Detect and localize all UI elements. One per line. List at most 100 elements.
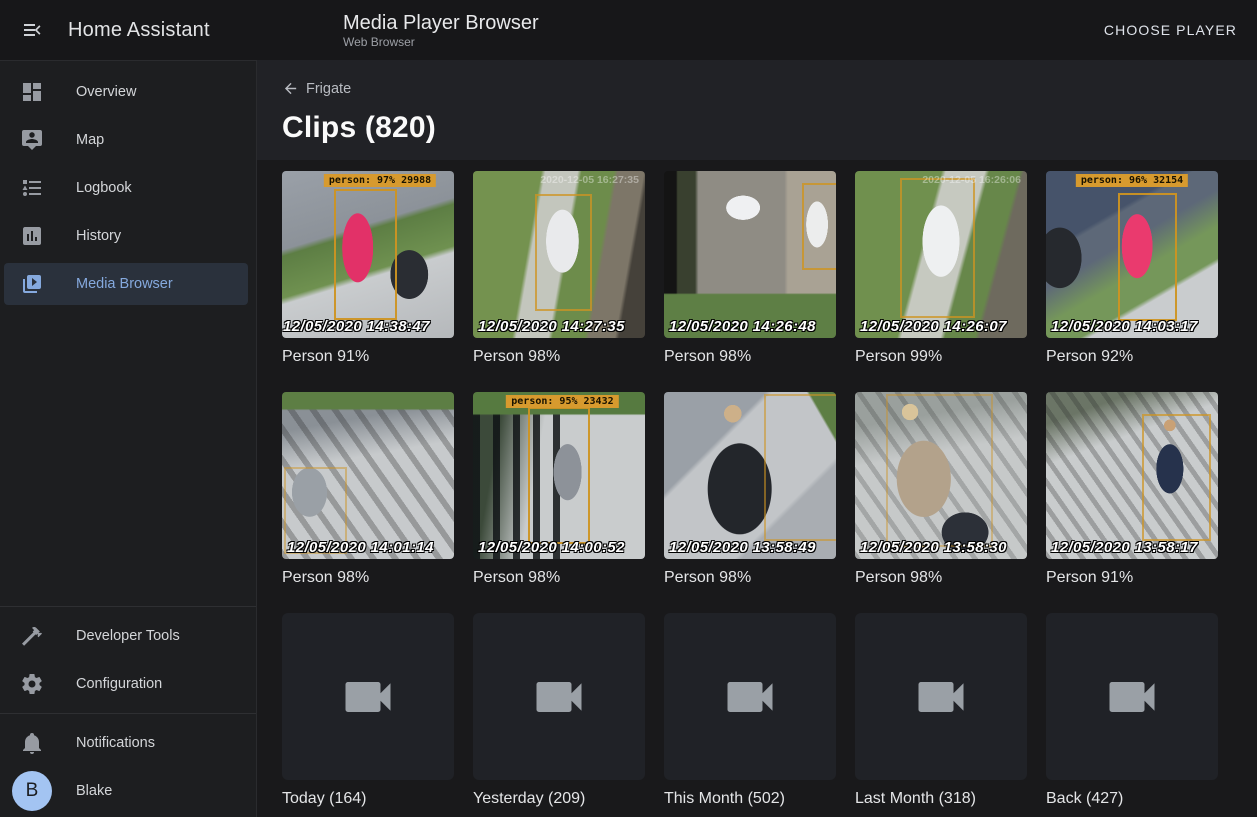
sidebar-item-label: History	[76, 228, 121, 244]
detection-box	[900, 178, 976, 318]
clip-item[interactable]: 12/05/2020 14:01:14 Person 98%	[282, 392, 454, 587]
arrow-left-icon	[282, 80, 299, 97]
folder-thumbnail[interactable]	[282, 613, 454, 780]
sidebar-item-label: Developer Tools	[76, 628, 180, 644]
clip-caption: Person 98%	[473, 568, 645, 587]
sidebar-item-history[interactable]: History	[0, 212, 256, 260]
sidebar-item-notifications[interactable]: Notifications	[0, 719, 256, 767]
folder-thumbnail[interactable]	[855, 613, 1027, 780]
breadcrumb-back[interactable]: Frigate	[282, 80, 351, 97]
breadcrumb-label: Frigate	[306, 81, 351, 97]
detection-box	[528, 407, 590, 544]
folder-caption: Back (427)	[1046, 789, 1218, 808]
folder-thumbnail[interactable]	[664, 613, 836, 780]
clip-thumbnail[interactable]: 2020-12-05 16:27:35 12/05/2020 14:27:35	[473, 171, 645, 338]
hammer-icon	[20, 624, 44, 648]
clip-caption: Person 98%	[664, 347, 836, 366]
clip-thumbnail[interactable]: 12/05/2020 13:58:17	[1046, 392, 1218, 559]
clip-caption: Person 98%	[664, 568, 836, 587]
sidebar-divider	[0, 606, 256, 607]
camera-timestamp-overlay: 2020-12-05 16:27:35	[540, 174, 639, 186]
clip-item[interactable]: 12/05/2020 13:58:30 Person 98%	[855, 392, 1027, 587]
view-dashboard-icon	[20, 80, 44, 104]
panel-header: Media Player Browser Web Browser	[343, 11, 539, 50]
timestamp-overlay: 12/05/2020 14:26:48	[669, 318, 816, 335]
clip-thumbnail[interactable]: 12/05/2020 14:26:48	[664, 171, 836, 338]
clip-caption: Person 91%	[1046, 568, 1218, 587]
clip-thumbnail[interactable]: 2020-12-05 16:26:06 12/05/2020 14:26:07	[855, 171, 1027, 338]
clip-thumbnail[interactable]: person: 95% 23432 12/05/2020 14:00:52	[473, 392, 645, 559]
clip-thumbnail[interactable]: 12/05/2020 13:58:30	[855, 392, 1027, 559]
detection-label: person: 95% 23432	[506, 395, 618, 408]
detection-box	[764, 394, 836, 541]
folder-item-back[interactable]: Back (427)	[1046, 613, 1218, 808]
sidebar-item-logbook[interactable]: Logbook	[0, 164, 256, 212]
folder-caption: Last Month (318)	[855, 789, 1027, 808]
sidebar-header: Home Assistant	[0, 0, 257, 60]
folder-item-today[interactable]: Today (164)	[282, 613, 454, 808]
video-camera-icon	[1102, 667, 1162, 727]
sidebar-item-map[interactable]: Map	[0, 116, 256, 164]
content-header: Frigate Clips (820)	[257, 60, 1257, 160]
play-box-multiple-icon	[20, 272, 44, 296]
bell-icon	[20, 731, 44, 755]
menu-open-icon	[20, 18, 44, 42]
sidebar-item-overview[interactable]: Overview	[0, 68, 256, 116]
detection-box	[802, 183, 836, 270]
clip-item[interactable]: 2020-12-05 16:26:06 12/05/2020 14:26:07 …	[855, 171, 1027, 366]
clip-item[interactable]: person: 95% 23432 12/05/2020 14:00:52 Pe…	[473, 392, 645, 587]
timestamp-overlay: 12/05/2020 14:00:52	[478, 539, 625, 556]
detection-box	[1142, 414, 1211, 541]
app-bar: Home Assistant Media Player Browser Web …	[0, 0, 1257, 60]
folder-caption: Yesterday (209)	[473, 789, 645, 808]
video-camera-icon	[529, 667, 589, 727]
sidebar-item-label: Blake	[76, 783, 112, 799]
clip-caption: Person 98%	[473, 347, 645, 366]
timestamp-overlay: 12/05/2020 13:58:17	[1051, 539, 1198, 556]
folder-item-this-month[interactable]: This Month (502)	[664, 613, 836, 808]
format-list-bulleted-icon	[20, 176, 44, 200]
timestamp-overlay: 12/05/2020 14:38:47	[283, 318, 430, 335]
clip-item[interactable]: 12/05/2020 14:26:48 Person 98%	[664, 171, 836, 366]
clip-thumbnail[interactable]: person: 97% 29988 12/05/2020 14:38:47	[282, 171, 454, 338]
clip-caption: Person 99%	[855, 347, 1027, 366]
clip-caption: Person 98%	[282, 568, 454, 587]
sidebar-item-label: Logbook	[76, 180, 132, 196]
folder-caption: Today (164)	[282, 789, 454, 808]
clip-item[interactable]: person: 96% 32154 12/05/2020 14:03:17 Pe…	[1046, 171, 1218, 366]
clip-caption: Person 92%	[1046, 347, 1218, 366]
clip-thumbnail[interactable]: person: 96% 32154 12/05/2020 14:03:17	[1046, 171, 1218, 338]
timestamp-overlay: 12/05/2020 14:27:35	[478, 318, 625, 335]
sidebar-item-label: Map	[76, 132, 104, 148]
sidebar-item-developer-tools[interactable]: Developer Tools	[0, 612, 256, 660]
choose-player-button[interactable]: CHOOSE PLAYER	[1088, 12, 1253, 48]
timestamp-overlay: 12/05/2020 14:03:17	[1051, 318, 1198, 335]
panel-title: Media Player Browser	[343, 11, 539, 35]
sidebar-toggle-button[interactable]	[8, 6, 56, 54]
sidebar-item-label: Configuration	[76, 676, 162, 692]
clip-item[interactable]: 2020-12-05 16:27:35 12/05/2020 14:27:35 …	[473, 171, 645, 366]
detection-box	[886, 394, 993, 548]
folder-item-last-month[interactable]: Last Month (318)	[855, 613, 1027, 808]
camera-timestamp-overlay: 2020-12-05 16:26:06	[922, 174, 1021, 186]
folder-item-yesterday[interactable]: Yesterday (209)	[473, 613, 645, 808]
sidebar-item-profile[interactable]: B Blake	[0, 767, 256, 815]
video-camera-icon	[338, 667, 398, 727]
clip-thumbnail[interactable]: 12/05/2020 13:58:49	[664, 392, 836, 559]
sidebar-item-media-browser[interactable]: Media Browser	[0, 260, 256, 308]
timestamp-overlay: 12/05/2020 14:01:14	[287, 539, 434, 556]
folder-thumbnail[interactable]	[1046, 613, 1218, 780]
folder-thumbnail[interactable]	[473, 613, 645, 780]
timestamp-overlay: 12/05/2020 13:58:30	[860, 539, 1007, 556]
gear-icon	[20, 672, 44, 696]
sidebar-item-configuration[interactable]: Configuration	[0, 660, 256, 708]
media-grid: person: 97% 29988 12/05/2020 14:38:47 Pe…	[282, 171, 1218, 808]
timestamp-overlay: 12/05/2020 14:26:07	[860, 318, 1007, 335]
clip-item[interactable]: 12/05/2020 13:58:17 Person 91%	[1046, 392, 1218, 587]
sidebar-item-label: Media Browser	[76, 276, 173, 292]
detection-label: person: 97% 29988	[324, 174, 436, 187]
clip-item[interactable]: person: 97% 29988 12/05/2020 14:38:47 Pe…	[282, 171, 454, 366]
clip-item[interactable]: 12/05/2020 13:58:49 Person 98%	[664, 392, 836, 587]
clip-thumbnail[interactable]: 12/05/2020 14:01:14	[282, 392, 454, 559]
app-title: Home Assistant	[68, 19, 210, 42]
